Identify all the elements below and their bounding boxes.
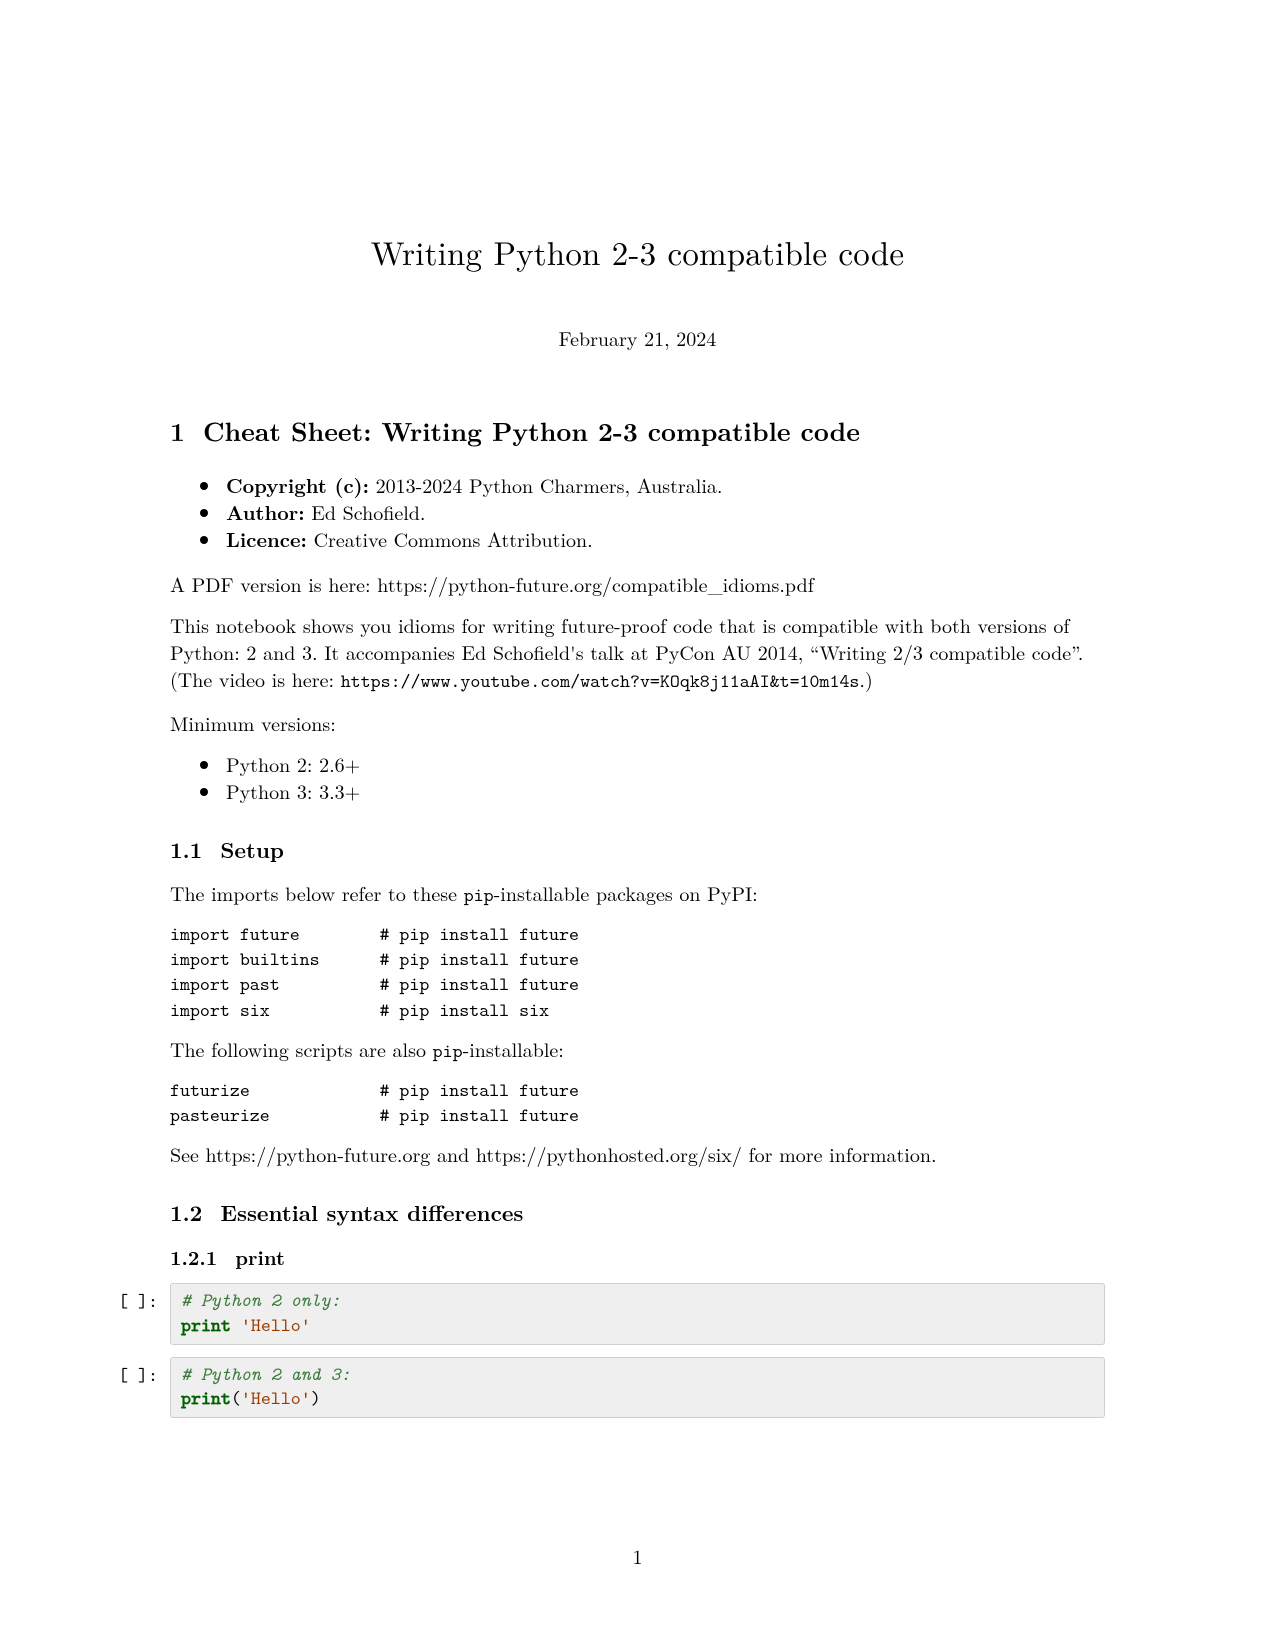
cell-prompt: [ ]: xyxy=(50,1357,170,1388)
meta-copyright-label: Copyright (c): xyxy=(226,470,369,499)
section-title: Setup xyxy=(220,834,284,865)
document-title: Writing Python 2-3 compatible code xyxy=(170,228,1105,275)
subsection-setup: 1.1 Setup xyxy=(170,834,1105,865)
intro-paragraph: This notebook shows you idioms for writi… xyxy=(170,611,1105,695)
cell-prompt: [ ]: xyxy=(50,1283,170,1314)
setup-code-scripts: futurize # pip install future pasteurize… xyxy=(170,1078,1105,1128)
section-number: 1.2 xyxy=(170,1197,202,1228)
code-string: 'Hello' xyxy=(241,1386,311,1411)
code-paren: ) xyxy=(311,1386,321,1411)
code-cell-2: [ ]: # Python 2 and 3: print('Hello') xyxy=(170,1357,1105,1418)
setup-lead-1: The imports below refer to these pip-ins… xyxy=(170,879,1105,909)
section-number: 1 xyxy=(170,412,185,449)
min-versions-list: Python 2: 2.6+ Python 3: 3.3+ xyxy=(170,750,1105,804)
link-six: https://pythonhosted.org/six/ xyxy=(476,1139,742,1168)
setup-code-imports: import future # pip install future impor… xyxy=(170,922,1105,1022)
cell-body: # Python 2 and 3: print('Hello') xyxy=(170,1357,1105,1418)
code-string: 'Hello' xyxy=(231,1313,311,1338)
text: -installable packages on PyPI: xyxy=(494,878,758,907)
meta-licence-label: Licence: xyxy=(226,524,307,553)
page-number: 1 xyxy=(0,1541,1275,1570)
code-comment: # Python 2 only: xyxy=(181,1288,341,1313)
code-keyword: print xyxy=(181,1386,231,1411)
list-item: Python 2: 2.6+ xyxy=(222,750,1105,777)
section-title: print xyxy=(235,1242,285,1271)
code-keyword: print xyxy=(181,1313,231,1338)
pdf-line-pre: A PDF version is here: xyxy=(170,569,377,598)
code-paren: ( xyxy=(231,1386,241,1411)
section-number: 1.2.1 xyxy=(170,1242,217,1271)
text: The following scripts are also xyxy=(170,1034,433,1063)
subsection-essential-syntax: 1.2 Essential syntax differences xyxy=(170,1197,1105,1228)
list-item: Copyright (c): 2013-2024 Python Charmers… xyxy=(222,471,1105,498)
video-url: https://www.youtube.com/watch?v=KOqk8j11… xyxy=(341,669,860,694)
pdf-link: https://python-future.org/compatible_idi… xyxy=(377,569,814,598)
pip-literal: pip xyxy=(464,883,494,908)
list-item: Licence: Creative Commons Attribution. xyxy=(222,525,1105,552)
text: See xyxy=(170,1139,206,1168)
section-heading-1: 1 Cheat Sheet: Writing Python 2-3 compati… xyxy=(170,412,1105,449)
meta-licence-value: Creative Commons Attribution. xyxy=(307,524,593,553)
page-content: Writing Python 2-3 compatible code Febru… xyxy=(170,228,1105,1430)
text: The imports below refer to these xyxy=(170,878,464,907)
section-number: 1.1 xyxy=(170,834,202,865)
setup-see-line: See https://python-future.org and https:… xyxy=(170,1140,1105,1167)
intro-tail: .) xyxy=(859,664,872,693)
code-comment: # Python 2 and 3: xyxy=(181,1362,351,1387)
code-cell-1: [ ]: # Python 2 only: print 'Hello' xyxy=(170,1283,1105,1344)
list-item: Python 3: 3.3+ xyxy=(222,777,1105,804)
meta-list: Copyright (c): 2013-2024 Python Charmers… xyxy=(170,471,1105,552)
meta-author-value: Ed Schofield. xyxy=(305,497,426,526)
document-date: February 21, 2024 xyxy=(170,323,1105,352)
text: for more information. xyxy=(742,1139,937,1168)
section-title: Essential syntax differences xyxy=(220,1197,523,1228)
meta-author-label: Author: xyxy=(226,497,305,526)
text: and xyxy=(430,1139,476,1168)
section-title: Cheat Sheet: Writing Python 2-3 compatib… xyxy=(203,412,860,449)
pdf-line: A PDF version is here: https://python-fu… xyxy=(170,570,1105,597)
cell-body: # Python 2 only: print 'Hello' xyxy=(170,1283,1105,1344)
min-versions-label: Minimum versions: xyxy=(170,709,1105,736)
link-python-future: https://python-future.org xyxy=(206,1139,431,1168)
pip-literal: pip xyxy=(433,1039,463,1064)
list-item: Author: Ed Schofield. xyxy=(222,498,1105,525)
meta-copyright-value: 2013-2024 Python Charmers, Australia. xyxy=(369,470,722,499)
text: -installable: xyxy=(463,1034,564,1063)
setup-lead-2: The following scripts are also pip-insta… xyxy=(170,1035,1105,1065)
subsubsection-print: 1.2.1 print xyxy=(170,1242,1105,1271)
